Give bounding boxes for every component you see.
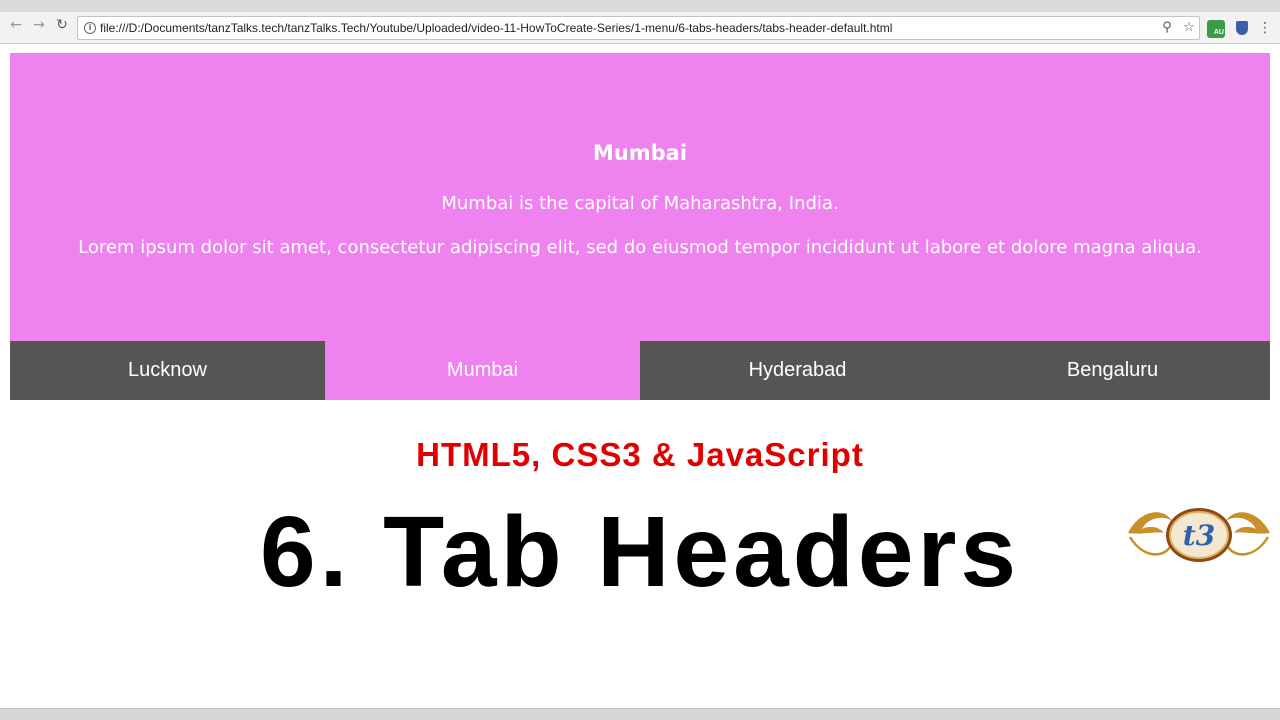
tab-label: Mumbai xyxy=(446,359,519,381)
status-bar xyxy=(0,708,1280,720)
panel-lorem-text: Lorem ipsum dolor sit amet, consectetur … xyxy=(78,237,1202,258)
tab-label: Lucknow xyxy=(128,359,207,381)
panel-title: Mumbai xyxy=(592,141,688,165)
t3-logo-text: t3 xyxy=(1183,519,1215,552)
back-arrow-icon[interactable]: ← xyxy=(8,17,24,33)
extension-shield-icon[interactable] xyxy=(1233,20,1251,38)
t3-logo-graphic: t3 xyxy=(1128,508,1270,562)
bookmark-star-icon[interactable]: ☆ xyxy=(1181,20,1197,36)
address-bar[interactable]: i file:///D:/Documents/tanzTalks.tech/ta… xyxy=(77,16,1200,40)
video-subtitle: HTML5, CSS3 & JavaScript xyxy=(416,436,864,473)
tab-label: Hyderabad xyxy=(748,359,847,381)
tab-bengaluru[interactable]: Bengaluru xyxy=(955,341,1270,400)
browser-toolbar: ← → ↻ i file:///D:/Documents/tanzTalks.t… xyxy=(0,0,1280,44)
video-headline: 6. Tab Headers xyxy=(259,496,1020,608)
address-bar-url[interactable]: file:///D:/Documents/tanzTalks.tech/tanz… xyxy=(100,21,892,35)
tab-header-bar: Lucknow Mumbai Hyderabad Bengaluru xyxy=(10,341,1270,400)
browser-menu-icon[interactable]: ⋮ xyxy=(1258,19,1272,37)
tab-lucknow[interactable]: Lucknow xyxy=(10,341,325,400)
extension-au-icon[interactable]: AU xyxy=(1207,20,1225,38)
browser-tabstrip xyxy=(0,0,1280,12)
forward-arrow-icon[interactable]: → xyxy=(31,17,47,33)
t3-logo: t3 xyxy=(1120,495,1278,575)
tab-hyderabad[interactable]: Hyderabad xyxy=(640,341,955,400)
tab-mumbai[interactable]: Mumbai xyxy=(325,341,640,400)
tab-label: Bengaluru xyxy=(1066,359,1159,381)
tab-content-panel: Mumbai Mumbai is the capital of Maharash… xyxy=(10,53,1270,341)
reload-icon[interactable]: ↻ xyxy=(54,17,70,33)
info-icon[interactable]: i xyxy=(84,22,96,34)
zoom-icon[interactable]: ⚲ xyxy=(1159,20,1175,36)
panel-description: Mumbai is the capital of Maharashtra, In… xyxy=(441,193,839,214)
